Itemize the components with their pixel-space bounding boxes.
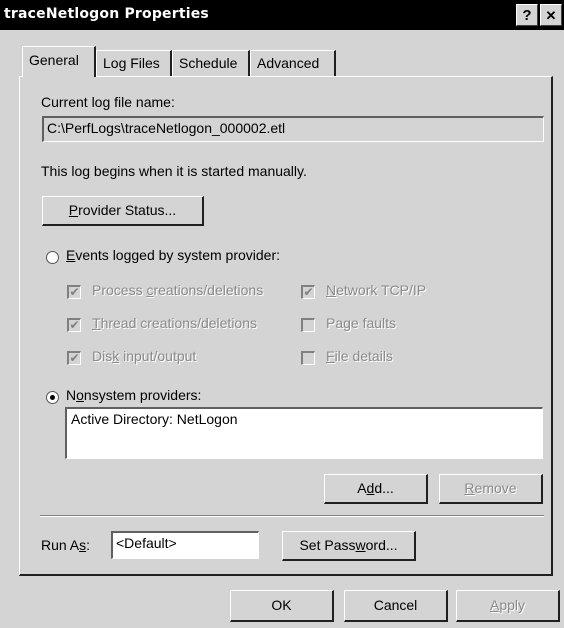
cancel-button[interactable]: Cancel xyxy=(344,590,448,622)
file-details-checkbox[interactable] xyxy=(301,351,315,365)
tab-general[interactable]: General xyxy=(22,46,96,77)
list-item[interactable]: Active Directory: NetLogon xyxy=(71,411,538,427)
page-faults-checkbox[interactable] xyxy=(301,318,315,332)
run-as-value: <Default> xyxy=(116,535,177,551)
current-log-field[interactable]: C:\PerfLogs\traceNetlogon_000002.etl xyxy=(42,116,544,142)
events-radio[interactable] xyxy=(46,251,59,264)
title-bar[interactable]: traceNetlogon Properties ? ✕ xyxy=(0,0,564,30)
process-creations-label: Process creations/deletions xyxy=(92,282,264,298)
ok-button[interactable]: OK xyxy=(230,590,334,622)
page-faults-label: Page faults xyxy=(326,315,397,331)
run-as-field[interactable]: <Default> xyxy=(111,531,259,559)
tab-advanced[interactable]: Advanced xyxy=(250,50,336,76)
set-password-button[interactable]: Set Password... xyxy=(282,531,416,561)
tab-log-files[interactable]: Log Files xyxy=(96,50,172,76)
window-title: traceNetlogon Properties xyxy=(4,6,209,22)
general-tab-panel: Current log file name: C:\PerfLogs\trace… xyxy=(19,76,553,576)
nonsystem-radio[interactable] xyxy=(46,391,59,404)
disk-io-checkbox[interactable]: ✔ xyxy=(67,351,81,365)
thread-creations-label: Thread creations/deletions xyxy=(92,315,257,331)
disk-io-label: Disk input/output xyxy=(92,348,197,364)
provider-status-button[interactable]: Provider Status... xyxy=(42,196,204,226)
apply-button[interactable]: Apply xyxy=(456,590,560,622)
log-begins-text: This log begins when it is started manua… xyxy=(41,163,307,179)
process-creations-checkbox[interactable]: ✔ xyxy=(67,285,81,299)
file-details-label: File details xyxy=(326,348,393,364)
help-icon[interactable]: ? xyxy=(516,4,538,26)
separator xyxy=(40,515,544,517)
nonsystem-radio-label: Nonsystem providers: xyxy=(66,387,202,403)
current-log-value: C:\PerfLogs\traceNetlogon_000002.etl xyxy=(47,120,286,136)
properties-dialog: traceNetlogon Properties ? ✕ General Log… xyxy=(0,0,564,628)
remove-button[interactable]: Remove xyxy=(439,474,543,504)
thread-creations-checkbox[interactable]: ✔ xyxy=(67,318,81,332)
tab-schedule[interactable]: Schedule xyxy=(172,50,250,76)
network-tcpip-label: Network TCP/IP xyxy=(326,282,427,298)
network-tcpip-checkbox[interactable]: ✔ xyxy=(301,285,315,299)
current-log-label: Current log file name: xyxy=(41,94,175,110)
add-button[interactable]: Add... xyxy=(324,474,428,504)
close-icon[interactable]: ✕ xyxy=(540,4,562,26)
run-as-label: Run As: xyxy=(41,537,91,553)
events-radio-label: Events logged by system provider: xyxy=(66,247,280,263)
providers-list[interactable]: Active Directory: NetLogon xyxy=(65,407,543,459)
